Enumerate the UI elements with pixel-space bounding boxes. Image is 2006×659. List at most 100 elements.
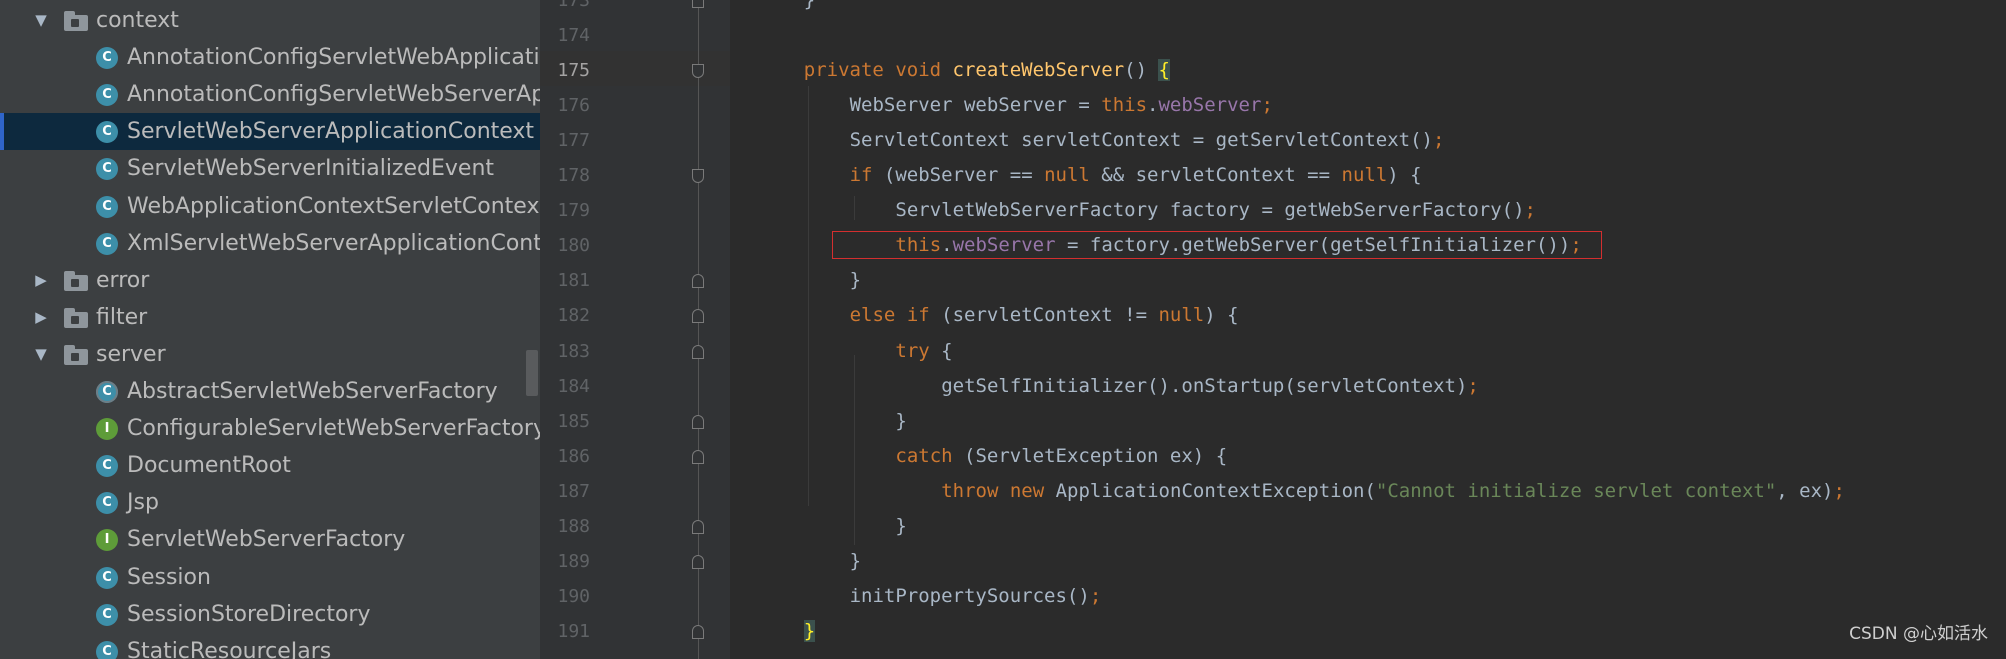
- line-number: 177: [557, 130, 590, 152]
- class-icon: C: [96, 640, 118, 659]
- class-icon: C: [96, 455, 118, 478]
- fold-end-icon[interactable]: [692, 274, 704, 289]
- code-line[interactable]: ServletContext servletContext = getServl…: [850, 123, 1445, 158]
- tree-item[interactable]: C AnnotationConfigServletWebApplicationCo…: [0, 39, 540, 76]
- highlighted-statement-box: [832, 231, 1602, 259]
- fold-collapse-icon[interactable]: [692, 169, 704, 184]
- tree-folder-label: filter: [96, 304, 148, 330]
- collapsed-arrow-icon[interactable]: ▶: [33, 272, 49, 288]
- tree-item-label: Jsp: [127, 490, 159, 516]
- tree-item[interactable]: I ServletWebServerFactory: [0, 521, 540, 558]
- code-line[interactable]: catch (ServletException ex) {: [895, 439, 1227, 474]
- tree-item[interactable]: C Jsp: [0, 484, 540, 521]
- abstract-class-icon: C: [96, 381, 118, 403]
- tree-folder-label: error: [96, 267, 150, 293]
- interface-icon: I: [96, 418, 118, 441]
- tree-folder-label: context: [96, 8, 179, 33]
- code-line[interactable]: try {: [895, 334, 952, 369]
- line-number: 178: [557, 165, 590, 187]
- class-icon: C: [96, 195, 118, 218]
- tree-item-label: AbstractServletWebServerFactory: [127, 379, 498, 404]
- tree-item-label: SessionStoreDirectory: [127, 601, 371, 627]
- class-icon: C: [96, 566, 118, 589]
- line-number: 189: [557, 550, 590, 572]
- line-number: 188: [557, 515, 590, 537]
- code-line[interactable]: }: [895, 509, 906, 544]
- indent-guide: [853, 355, 855, 545]
- fold-end-icon[interactable]: [692, 624, 704, 639]
- tree-item-label: ServletWebServerFactory: [127, 527, 406, 553]
- code-line[interactable]: getSelfInitializer().onStartup(servletCo…: [941, 369, 1479, 404]
- line-number: 184: [557, 375, 590, 397]
- code-line[interactable]: WebServer webServer = this.webServer;: [850, 88, 1273, 123]
- tree-item[interactable]: C ServletWebServerApplicationContext: [0, 113, 540, 151]
- code-line[interactable]: throw new ApplicationContextException("C…: [941, 474, 1845, 509]
- package-folder-icon: [64, 11, 88, 31]
- line-number: 191: [557, 620, 590, 642]
- collapsed-arrow-icon[interactable]: ▶: [33, 309, 49, 325]
- tree-folder[interactable]: ▶ error: [0, 262, 540, 299]
- tree-item[interactable]: I ConfigurableServletWebServerFactory: [0, 410, 540, 447]
- line-number: 187: [557, 480, 590, 502]
- line-number: 185: [557, 410, 590, 432]
- tree-scrollbar-thumb[interactable]: [526, 350, 538, 396]
- code-line[interactable]: }: [804, 0, 815, 18]
- line-number: 183: [557, 340, 590, 362]
- tree-item[interactable]: C DocumentRoot: [0, 447, 540, 484]
- expanded-arrow-icon[interactable]: ▼: [33, 346, 49, 362]
- line-number: 175: [557, 60, 590, 82]
- line-number: 182: [557, 305, 590, 327]
- code-line[interactable]: ServletWebServerFactory factory = getWeb…: [895, 193, 1536, 228]
- tree-item[interactable]: C Session: [0, 559, 540, 596]
- class-icon: C: [96, 492, 118, 515]
- tree-item[interactable]: C SessionStoreDirectory: [0, 596, 540, 633]
- class-icon: C: [96, 232, 118, 255]
- code-line[interactable]: else if (servletContext != null) {: [850, 298, 1239, 333]
- fold-end-icon[interactable]: [692, 344, 704, 359]
- tree-folder[interactable]: ▶ filter: [0, 299, 540, 336]
- tree-item[interactable]: C AnnotationConfigServletWebServerApplica…: [0, 76, 540, 113]
- code-line[interactable]: }: [895, 404, 906, 439]
- fold-end-icon[interactable]: [692, 414, 704, 429]
- tree-item-label: AnnotationConfigServletWebApplicationCon…: [127, 45, 540, 71]
- code-line[interactable]: if (webServer == null && servletContext …: [850, 158, 1422, 193]
- tree-item[interactable]: C XmlServletWebServerApplicationContext: [0, 225, 540, 262]
- code-line[interactable]: }: [850, 263, 861, 298]
- class-icon: C: [96, 84, 118, 107]
- tree-item[interactable]: C AbstractServletWebServerFactory: [0, 373, 540, 410]
- code-line[interactable]: }: [803, 614, 816, 649]
- line-number: 181: [557, 270, 590, 292]
- project-tree[interactable]: ▼ context C AnnotationConfigServletWebAppli…: [0, 0, 540, 659]
- tree-item[interactable]: C ServletWebServerInitializedEvent: [0, 150, 540, 187]
- class-icon: C: [96, 121, 118, 144]
- tree-item-label: WebApplicationContextServletContextAware…: [127, 193, 540, 219]
- tree-folder[interactable]: ▼ context: [0, 2, 540, 39]
- fold-end-icon[interactable]: [692, 554, 704, 569]
- tree-item[interactable]: C WebApplicationContextServletContextAwar…: [0, 188, 540, 225]
- code-line[interactable]: private void createWebServer() {: [804, 53, 1170, 88]
- tree-item-label: ServletWebServerInitializedEvent: [127, 156, 495, 182]
- fold-end-icon[interactable]: [692, 309, 704, 324]
- tree-folder-label: server: [96, 341, 166, 367]
- class-icon: C: [96, 47, 118, 70]
- ide-window: ▼ context C AnnotationConfigServletWebAppli…: [0, 0, 2006, 659]
- code-line[interactable]: initPropertySources();: [850, 579, 1102, 614]
- fold-end-icon[interactable]: [692, 449, 704, 464]
- indent-guide: [807, 86, 809, 506]
- selection-edge: [0, 113, 4, 151]
- fold-end-icon[interactable]: [692, 0, 704, 8]
- package-folder-icon: [64, 307, 88, 328]
- package-folder-icon: [64, 344, 88, 365]
- tree-item-label: StaticResourceJars: [127, 638, 332, 659]
- fold-collapse-icon[interactable]: [692, 64, 704, 79]
- watermark: CSDN @心如活水: [1849, 624, 1988, 644]
- code-line[interactable]: }: [850, 544, 861, 579]
- expanded-arrow-icon[interactable]: ▼: [33, 12, 49, 28]
- tree-folder[interactable]: ▼ server: [0, 336, 540, 373]
- line-number: 176: [557, 95, 590, 117]
- tree-item-label: Session: [127, 564, 211, 590]
- tree-item[interactable]: C StaticResourceJars: [0, 633, 540, 659]
- line-number: 173: [557, 0, 590, 11]
- tree-item-label: ConfigurableServletWebServerFactory: [127, 416, 540, 442]
- fold-end-icon[interactable]: [692, 519, 704, 534]
